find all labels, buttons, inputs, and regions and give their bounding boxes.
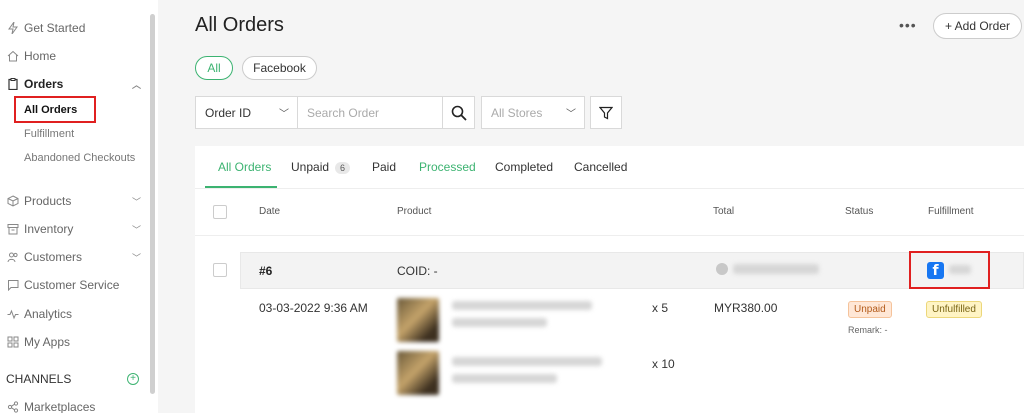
order-number[interactable]: #6 xyxy=(259,264,272,278)
sidebar-item-get-started[interactable]: Get Started xyxy=(6,19,85,37)
sidebar-item-label: Customer Service xyxy=(24,278,120,292)
order-group-header[interactable] xyxy=(240,252,1024,289)
status-badge: Unpaid xyxy=(848,301,892,318)
sidebar-item-label: Customers xyxy=(24,250,83,264)
sidebar-subitem-abandoned-checkouts[interactable]: Abandoned Checkouts xyxy=(24,152,135,164)
search-button[interactable] xyxy=(442,96,475,129)
fulfillment-badge: Unfulfilled xyxy=(926,301,982,318)
column-header-status: Status xyxy=(845,206,874,217)
users-icon xyxy=(6,250,20,264)
sidebar-scrollbar[interactable] xyxy=(150,14,155,394)
share-icon xyxy=(6,400,20,413)
chevron-up-icon[interactable]: ︿ xyxy=(132,78,141,91)
sidebar-item-label: Get Started xyxy=(24,21,86,35)
chevron-down-icon[interactable]: ﹀ xyxy=(132,223,141,236)
stores-select-value: All Stores xyxy=(491,105,543,120)
product-quantity: x 5 xyxy=(652,301,669,315)
page-title: All Orders xyxy=(195,14,284,36)
pulse-icon xyxy=(6,307,20,321)
product-variant-redacted xyxy=(452,318,547,327)
column-header-date: Date xyxy=(259,206,281,217)
sidebar-item-orders[interactable]: Orders ︿ xyxy=(6,75,141,93)
sidebar-subitem-fulfillment[interactable]: Fulfillment xyxy=(24,128,74,140)
lightning-icon xyxy=(6,21,20,35)
sidebar-item-inventory[interactable]: Inventory ﹀ xyxy=(6,220,141,238)
chat-icon xyxy=(6,278,20,292)
archive-icon xyxy=(6,222,20,236)
sidebar-item-customers[interactable]: Customers ﹀ xyxy=(6,248,141,266)
order-remark: Remark: - xyxy=(848,325,888,335)
sidebar-subitem-all-orders[interactable]: All Orders xyxy=(24,104,77,116)
product-thumbnail[interactable] xyxy=(397,298,439,342)
chevron-down-icon: ﹀ xyxy=(279,109,289,120)
filter-icon xyxy=(599,106,613,119)
sidebar-item-label: Inventory xyxy=(24,222,74,236)
sidebar-item-label: Home xyxy=(24,49,57,63)
sidebar-item-my-apps[interactable]: My Apps xyxy=(6,333,70,351)
product-name-redacted xyxy=(452,357,602,366)
sidebar-item-analytics[interactable]: Analytics xyxy=(6,305,72,323)
tab-unpaid[interactable]: Unpaid 6 xyxy=(291,160,351,174)
sidebar-item-label: My Apps xyxy=(24,335,71,349)
clipboard-icon xyxy=(6,77,20,91)
product-variant-redacted xyxy=(452,374,557,383)
order-id-select-value: Order ID xyxy=(205,105,252,120)
tab-label: Unpaid xyxy=(291,160,330,174)
tab-all-orders[interactable]: All Orders xyxy=(218,160,271,174)
order-total: MYR380.00 xyxy=(714,301,778,315)
select-all-checkbox[interactable] xyxy=(213,205,227,219)
column-header-total: Total xyxy=(713,206,735,217)
customer-avatar-icon xyxy=(716,263,728,275)
sidebar: Get Started Home Orders ︿ All Orders Ful… xyxy=(0,0,158,413)
tab-processed[interactable]: Processed xyxy=(419,160,476,174)
add-channel-icon[interactable]: + xyxy=(127,373,139,385)
product-quantity: x 10 xyxy=(652,357,675,371)
add-order-button[interactable]: + Add Order xyxy=(933,13,1022,39)
product-name-redacted xyxy=(452,301,592,310)
stores-select[interactable]: All Stores ﹀ xyxy=(481,96,585,129)
facebook-icon: f xyxy=(927,262,944,279)
channel-pill-all[interactable]: All xyxy=(195,56,233,80)
order-coid: COID: - xyxy=(397,264,438,278)
unpaid-count-badge: 6 xyxy=(335,162,351,174)
chevron-down-icon: ﹀ xyxy=(566,109,576,120)
sidebar-item-label: Orders xyxy=(24,77,64,91)
sidebar-item-label: Products xyxy=(24,194,72,208)
customer-name-redacted xyxy=(733,264,819,274)
sidebar-item-customer-service[interactable]: Customer Service xyxy=(6,276,119,294)
box-icon xyxy=(6,194,20,208)
sidebar-item-marketplaces[interactable]: Marketplaces xyxy=(6,398,95,413)
sidebar-item-label: Marketplaces xyxy=(24,400,96,413)
home-icon xyxy=(6,49,20,63)
tab-completed[interactable]: Completed xyxy=(495,160,553,174)
sidebar-item-label: Analytics xyxy=(24,307,73,321)
sidebar-item-home[interactable]: Home xyxy=(6,47,56,65)
order-id-select[interactable]: Order ID ﹀ xyxy=(195,96,298,129)
column-header-fulfillment: Fulfillment xyxy=(928,206,974,217)
channel-name-redacted xyxy=(949,265,971,274)
tabs-divider xyxy=(195,188,1024,189)
search-order-input[interactable]: Search Order xyxy=(297,96,443,129)
more-options-icon[interactable]: ••• xyxy=(899,17,917,33)
channel-pill-facebook[interactable]: Facebook xyxy=(242,56,317,80)
search-icon xyxy=(451,105,467,121)
channels-heading: CHANNELS xyxy=(6,372,72,386)
chevron-down-icon[interactable]: ﹀ xyxy=(132,251,141,264)
tab-cancelled[interactable]: Cancelled xyxy=(574,160,627,174)
apps-grid-icon xyxy=(6,335,20,349)
sidebar-item-products[interactable]: Products ﹀ xyxy=(6,192,141,210)
order-date: 03-03-2022 9:36 AM xyxy=(259,301,368,315)
column-header-product: Product xyxy=(397,206,432,217)
header-divider xyxy=(195,235,1024,236)
chevron-down-icon[interactable]: ﹀ xyxy=(132,195,141,208)
order-row-checkbox[interactable] xyxy=(213,263,227,277)
tab-paid[interactable]: Paid xyxy=(372,160,396,174)
filter-button[interactable] xyxy=(590,96,622,129)
product-thumbnail[interactable] xyxy=(397,351,439,395)
